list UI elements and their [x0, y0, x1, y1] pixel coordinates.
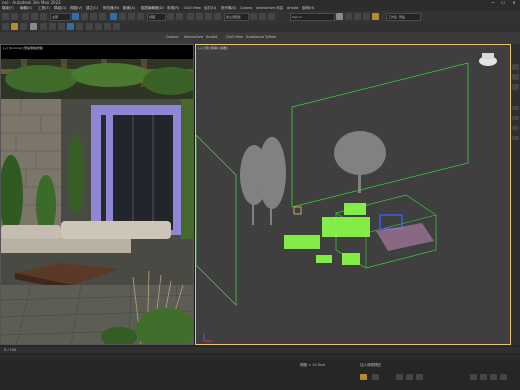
orbit-icon[interactable] — [490, 374, 497, 380]
rollout-bar[interactable] — [512, 136, 519, 140]
user-sign-in-field[interactable]: Sign In — [290, 13, 335, 21]
prev-frame-icon[interactable] — [396, 374, 403, 380]
percent-snap-icon[interactable] — [205, 13, 212, 20]
track-bar[interactable] — [0, 354, 520, 360]
rotate-icon[interactable] — [119, 13, 126, 20]
link-icon[interactable] — [22, 13, 29, 20]
settings-icon[interactable] — [113, 23, 120, 30]
converter-icon[interactable] — [58, 23, 65, 30]
move-icon[interactable] — [110, 13, 117, 20]
tab-corona[interactable]: Corona — [166, 35, 178, 40]
pan-icon[interactable] — [480, 374, 487, 380]
script-icon[interactable] — [95, 23, 102, 30]
window-crossing-icon[interactable] — [99, 13, 106, 20]
auto-key-button[interactable] — [360, 374, 367, 380]
create-tab-icon[interactable] — [512, 64, 519, 70]
material-editor-icon[interactable] — [336, 13, 343, 20]
rollout-bar[interactable] — [512, 126, 519, 130]
rect-selection-icon[interactable] — [90, 13, 97, 20]
next-frame-icon[interactable] — [416, 374, 423, 380]
workspace-dropdown[interactable]: 工作區: 預設 — [386, 13, 421, 21]
secondary-toolbar — [0, 22, 520, 32]
time-slider[interactable]: 0 / 100 — [0, 347, 520, 353]
tab-interactive[interactable]: Interactive — [184, 35, 203, 40]
spinner-snap-icon[interactable] — [214, 13, 221, 20]
interactive-render-icon[interactable] — [67, 23, 74, 30]
tab-tyflow[interactable]: Tyflow — [265, 35, 276, 40]
scatter-icon[interactable] — [49, 23, 56, 30]
play-icon[interactable] — [406, 374, 413, 380]
maximize-viewport-icon[interactable] — [500, 374, 507, 380]
plugin-icon[interactable] — [104, 23, 111, 30]
scene-explorer-icon[interactable] — [2, 23, 9, 30]
tab-substance[interactable]: Substance — [246, 35, 264, 40]
left-viewport-label[interactable]: [+] [Corona] [預設明暗處理] — [3, 46, 43, 50]
grid-readout: 柵格 = 10.0cm — [300, 363, 326, 367]
render-setup-icon[interactable] — [345, 13, 352, 20]
layer-icon[interactable] — [268, 13, 275, 20]
frame-counter: 0 / 100 — [4, 348, 17, 352]
rollout-bar[interactable] — [512, 116, 519, 120]
wireframe-viewport[interactable]: [+] [頂] [標準] [線框] — [195, 44, 511, 345]
zoom-icon[interactable] — [470, 374, 477, 380]
place-icon[interactable] — [137, 13, 144, 20]
tab-arnold[interactable]: Arnold — [206, 35, 217, 40]
named-selection-dropdown[interactable]: 建立選取集 — [224, 13, 249, 21]
undo-icon[interactable] — [2, 13, 9, 20]
select-object-icon[interactable] — [72, 13, 79, 20]
select-by-name-icon[interactable] — [81, 13, 88, 20]
keyboard-shortcut-icon[interactable] — [176, 13, 183, 20]
tab-civil-view[interactable]: Civil View — [226, 35, 243, 40]
rendered-frame-icon[interactable] — [354, 13, 361, 20]
selection-filter-dropdown[interactable]: 全部 — [50, 13, 71, 21]
status-bar: 0 / 100 柵格 = 10.0cm 加入時間標記 — [0, 345, 520, 390]
reference-coordinate-dropdown[interactable]: 視圖 — [147, 13, 166, 21]
rendered-scene — [1, 59, 193, 344]
camera-icon[interactable] — [30, 23, 37, 30]
bind-space-warp-icon[interactable] — [40, 13, 47, 20]
render-production-icon[interactable] — [372, 13, 379, 20]
scale-icon[interactable] — [128, 13, 135, 20]
render-icon[interactable] — [363, 13, 370, 20]
light-lister-icon[interactable] — [20, 23, 27, 30]
add-time-tag[interactable]: 加入時間標記 — [360, 363, 381, 368]
set-key-button[interactable] — [372, 374, 379, 380]
tool-icon[interactable] — [86, 23, 93, 30]
angle-snap-icon[interactable] — [196, 13, 203, 20]
align-icon[interactable] — [259, 13, 266, 20]
hierarchy-tab-icon[interactable] — [512, 84, 519, 90]
vfb-icon[interactable] — [76, 23, 83, 30]
proxy-icon[interactable] — [40, 23, 47, 30]
snaps-toggle-icon[interactable] — [187, 13, 194, 20]
pivot-icon[interactable] — [167, 13, 174, 20]
perspective-viewport[interactable]: [+] [Corona] [預設明暗處理] — [0, 44, 194, 345]
command-panel — [511, 44, 520, 345]
wireframe-scene — [196, 53, 497, 342]
mirror-icon[interactable] — [250, 13, 257, 20]
rollout-bar[interactable] — [512, 106, 519, 110]
modify-tab-icon[interactable] — [512, 74, 519, 80]
right-viewport-label[interactable]: [+] [頂] [標準] [線框] — [198, 46, 228, 50]
unlink-icon[interactable] — [31, 13, 38, 20]
redo-icon[interactable] — [11, 13, 18, 20]
corona-icon[interactable] — [11, 23, 18, 30]
